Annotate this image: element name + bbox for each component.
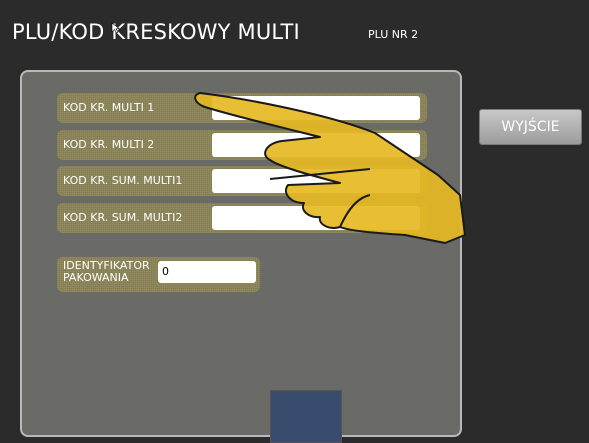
form-panel: KOD KR. MULTI 1 KOD KR. MULTI 2 KOD KR. … — [20, 70, 462, 437]
row-kod-kr-sum-multi-1: KOD KR. SUM. MULTI1 — [57, 166, 427, 196]
page-title: PLU/KOD KRESKOWY MULTI — [12, 20, 300, 44]
identyfikator-pakowania-input[interactable]: 0 — [158, 261, 256, 283]
kod-kr-multi-2-input[interactable] — [212, 133, 420, 157]
row-label: KOD KR. MULTI 1 — [63, 101, 155, 114]
row-label: IDENTYFIKATOR PAKOWANIA — [63, 259, 150, 284]
row-identyfikator-pakowania: IDENTYFIKATOR PAKOWANIA 0 — [57, 257, 260, 292]
row-label: KOD KR. SUM. MULTI1 — [63, 174, 183, 187]
kod-kr-sum-multi-2-input[interactable] — [212, 206, 420, 230]
kod-kr-multi-1-input[interactable] — [212, 96, 420, 120]
row-label: KOD KR. SUM. MULTI2 — [63, 211, 183, 224]
exit-button[interactable]: WYJŚCIE — [479, 109, 582, 145]
kod-kr-sum-multi-1-input[interactable] — [212, 169, 420, 193]
row-kod-kr-multi-2: KOD KR. MULTI 2 — [57, 130, 427, 160]
plu-number-label: PLU NR 2 — [368, 28, 419, 41]
blue-block[interactable] — [270, 390, 342, 443]
row-kod-kr-multi-1: KOD KR. MULTI 1 — [57, 93, 427, 123]
cursor-arrow-icon — [111, 22, 121, 34]
row-label: KOD KR. MULTI 2 — [63, 138, 155, 151]
row-kod-kr-sum-multi-2: KOD KR. SUM. MULTI2 — [57, 203, 427, 233]
